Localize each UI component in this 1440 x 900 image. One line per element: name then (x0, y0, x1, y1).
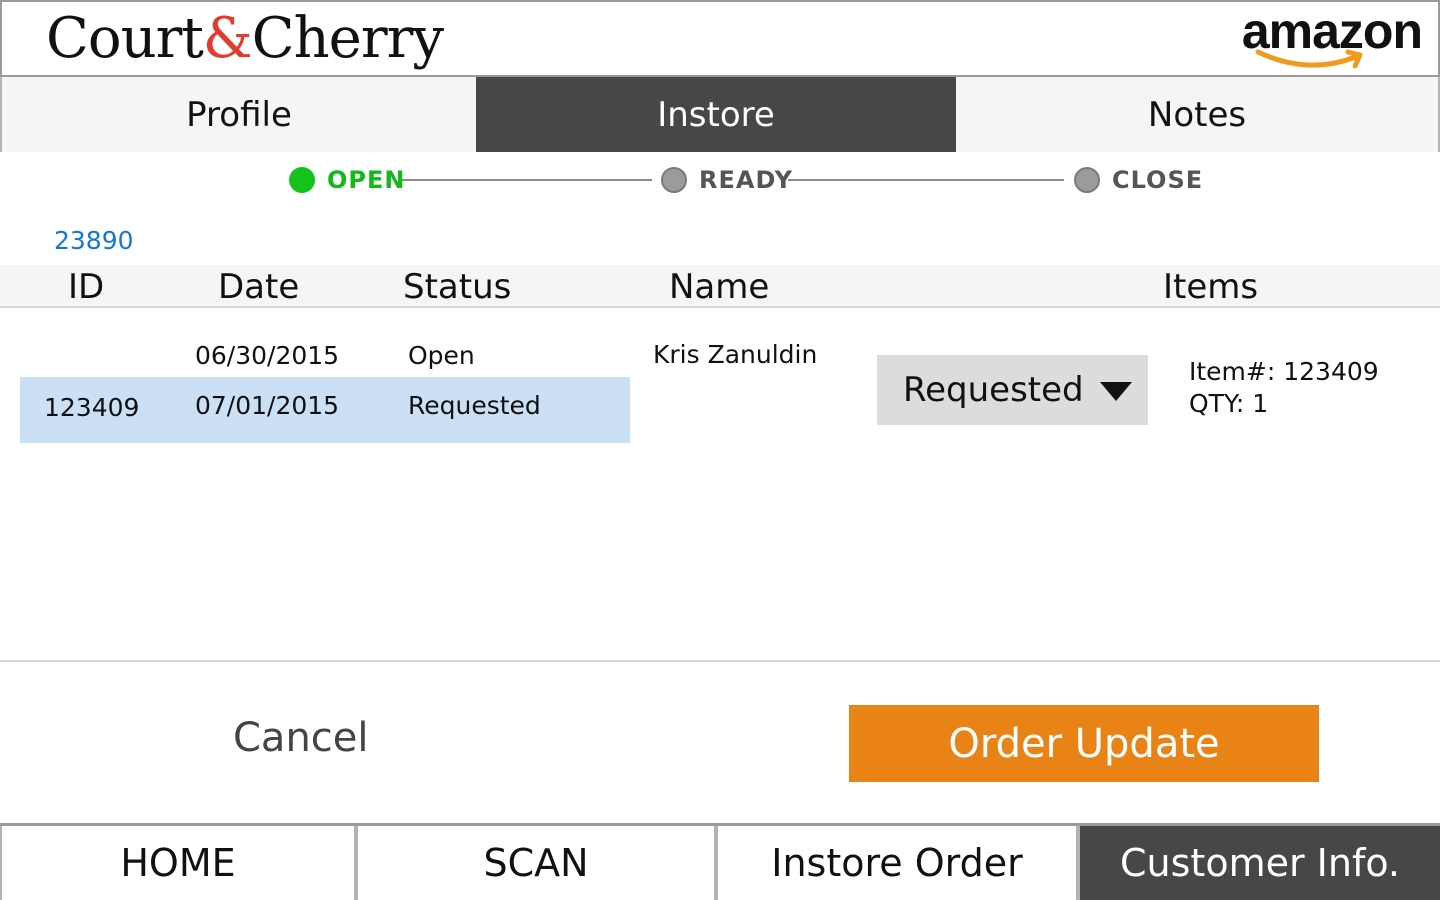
status-dot-icon (1074, 167, 1100, 193)
item-details: Item#: 123409 QTY: 1 (1189, 356, 1379, 420)
app-header: Court&Cherry amazon (0, 0, 1440, 77)
col-header-id: ID (68, 267, 105, 307)
item-qty: QTY: 1 (1189, 389, 1269, 418)
step-ready-label: READY (699, 166, 794, 194)
nav-home[interactable]: HOME (0, 826, 358, 900)
row-date: 06/30/2015 (195, 341, 340, 370)
row-date: 07/01/2015 (195, 391, 340, 420)
col-header-name: Name (669, 267, 770, 307)
section-divider (0, 660, 1440, 662)
step-open: OPEN (289, 166, 405, 194)
status-select[interactable]: Requested (877, 355, 1148, 425)
row-status: Open (408, 341, 475, 370)
status-dot-icon (289, 167, 315, 193)
status-select-value: Requested (903, 370, 1084, 410)
step-close: CLOSE (1074, 166, 1203, 194)
bottom-nav: HOME SCAN Instore Order Customer Info. (0, 823, 1440, 900)
item-number: Item#: 123409 (1189, 357, 1379, 386)
tab-profile[interactable]: Profile (0, 77, 476, 152)
order-number-link[interactable]: 23890 (54, 226, 134, 255)
step-open-label: OPEN (327, 166, 406, 194)
progress-connector (788, 179, 1064, 181)
brand-logo: Court&Cherry (46, 4, 444, 74)
customer-name: Kris Zanuldin (653, 340, 818, 369)
cancel-button[interactable]: Cancel (233, 715, 369, 761)
brand-ampersand: & (202, 6, 253, 71)
nav-scan[interactable]: SCAN (358, 826, 718, 900)
tab-instore[interactable]: Instore (476, 77, 956, 152)
amazon-smile-icon (1255, 49, 1363, 69)
nav-instore-order[interactable]: Instore Order (718, 826, 1080, 900)
nav-customer-info[interactable]: Customer Info. (1080, 826, 1440, 900)
col-header-date: Date (218, 267, 300, 307)
tab-notes[interactable]: Notes (956, 77, 1440, 152)
col-header-status: Status (403, 267, 512, 307)
brand-word-right: Cherry (251, 6, 444, 71)
step-close-label: CLOSE (1112, 166, 1204, 194)
amazon-logo: amazon (1222, 2, 1423, 76)
status-dot-icon (661, 167, 687, 193)
caret-down-icon (1100, 382, 1132, 401)
order-update-button[interactable]: Order Update (849, 705, 1319, 782)
table-header: ID Date Status Name Items (0, 265, 1440, 308)
row-id: 123409 (44, 393, 140, 422)
progress-connector (402, 179, 652, 181)
order-progress-tracker: OPEN READY CLOSE (0, 152, 1440, 212)
step-ready: READY (661, 166, 793, 194)
brand-word-left: Court (46, 6, 204, 71)
top-tabs: Profile Instore Notes (0, 77, 1440, 152)
col-header-items: Items (1163, 267, 1259, 307)
row-status: Requested (408, 391, 541, 420)
